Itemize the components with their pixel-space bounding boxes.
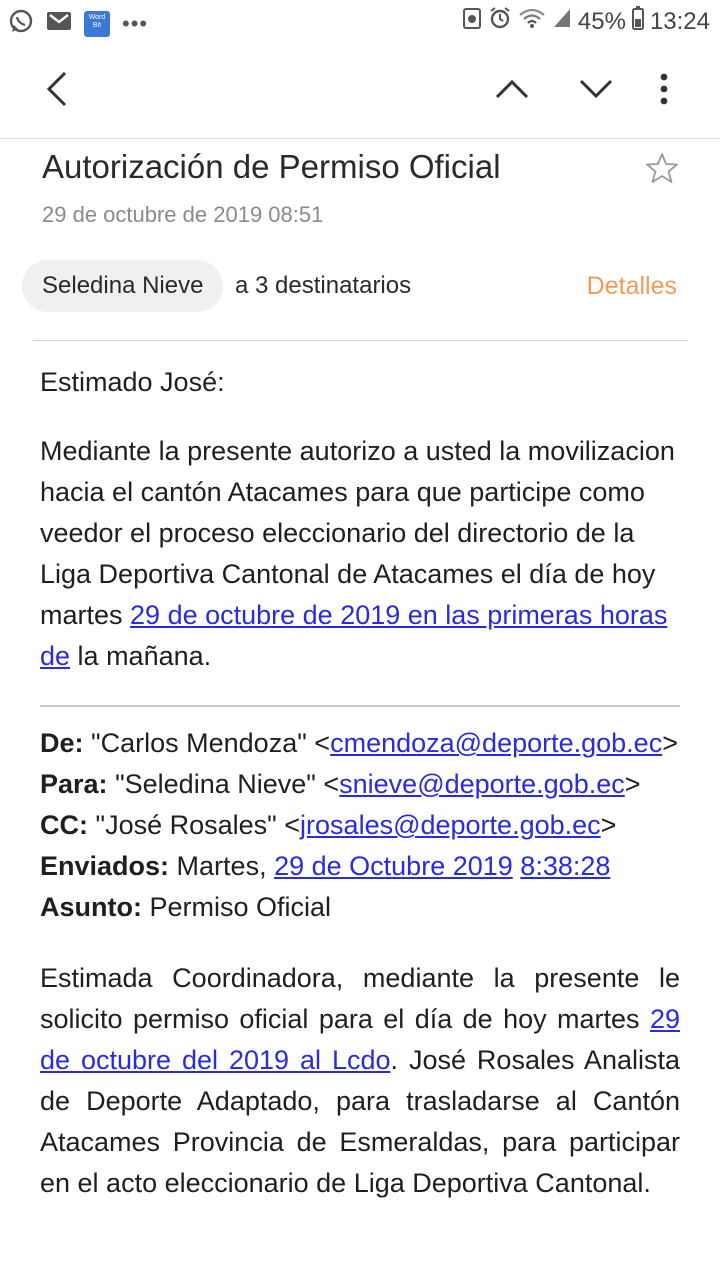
status-bar: Word Bit ••• 45% 13:24 [0,0,720,44]
paragraph-text: Estimada Coordinadora, mediante la prese… [40,963,680,1034]
more-notifications-icon: ••• [122,10,149,36]
star-button[interactable] [646,152,678,189]
email-body: Estimado José: Mediante la presente auto… [40,362,680,1204]
chevron-down-icon [579,79,613,104]
wifi-icon [518,7,546,36]
sent-label: Enviados: [40,851,170,881]
battery-icon [631,6,644,37]
mail-toolbar [0,44,720,139]
to-email-link[interactable]: snieve@deporte.gob.ec [339,769,625,799]
paragraph-text: la mañana. [70,641,212,671]
greeting: Estimado José: [40,367,225,397]
star-icon [646,153,678,188]
next-email-button[interactable] [572,44,620,138]
details-link[interactable]: Detalles [587,260,677,312]
wordbit-icon: Word Bit [84,10,110,37]
more-options-button[interactable] [646,44,682,138]
email-subject: Autorización de Permiso Oficial [42,148,501,185]
sender-chip[interactable]: Seledina Nieve [22,260,224,312]
recycle-icon [462,6,482,37]
cc-email-link[interactable]: jrosales@deporte.gob.ec [300,810,601,840]
body-paragraph-2: Estimada Coordinadora, mediante la prese… [40,958,680,1204]
signal-icon [552,7,572,36]
previous-email-button[interactable] [488,44,536,138]
forward-header: De: "Carlos Mendoza" <cmendoza@deporte.g… [40,728,678,922]
chevron-up-icon [495,79,529,104]
sent-time-link[interactable]: 8:38:28 [520,851,610,881]
gmail-icon [46,10,72,37]
to-label: Para: [40,769,108,799]
from-label: De: [40,728,84,758]
cc-name: "José Rosales" [95,810,277,840]
recipients-count: a 3 destinatarios [235,272,412,299]
whatsapp-icon [8,8,34,39]
cc-label: CC: [40,810,88,840]
sent-day: Martes, [176,851,267,881]
body-paragraph-1: Mediante la presente autorizo a usted la… [40,431,680,677]
more-vertical-icon [660,73,668,110]
subject-value: Permiso Oficial [149,892,332,922]
to-name: "Seledina Nieve" [115,769,316,799]
email-date: 29 de octubre de 2019 08:51 [42,202,324,227]
back-button[interactable] [30,44,84,138]
battery-percentage: 45% [577,7,626,35]
quote-divider [40,705,680,707]
chevron-left-icon [45,71,69,112]
sent-date-link[interactable]: 29 de Octubre 2019 [274,851,513,881]
from-email-link[interactable]: cmendoza@deporte.gob.ec [330,728,662,758]
header-divider [33,340,688,341]
from-name: "Carlos Mendoza" [91,728,307,758]
alarm-icon [488,6,512,37]
clock: 13:24 [649,7,710,35]
subject-label: Asunto: [40,892,142,922]
